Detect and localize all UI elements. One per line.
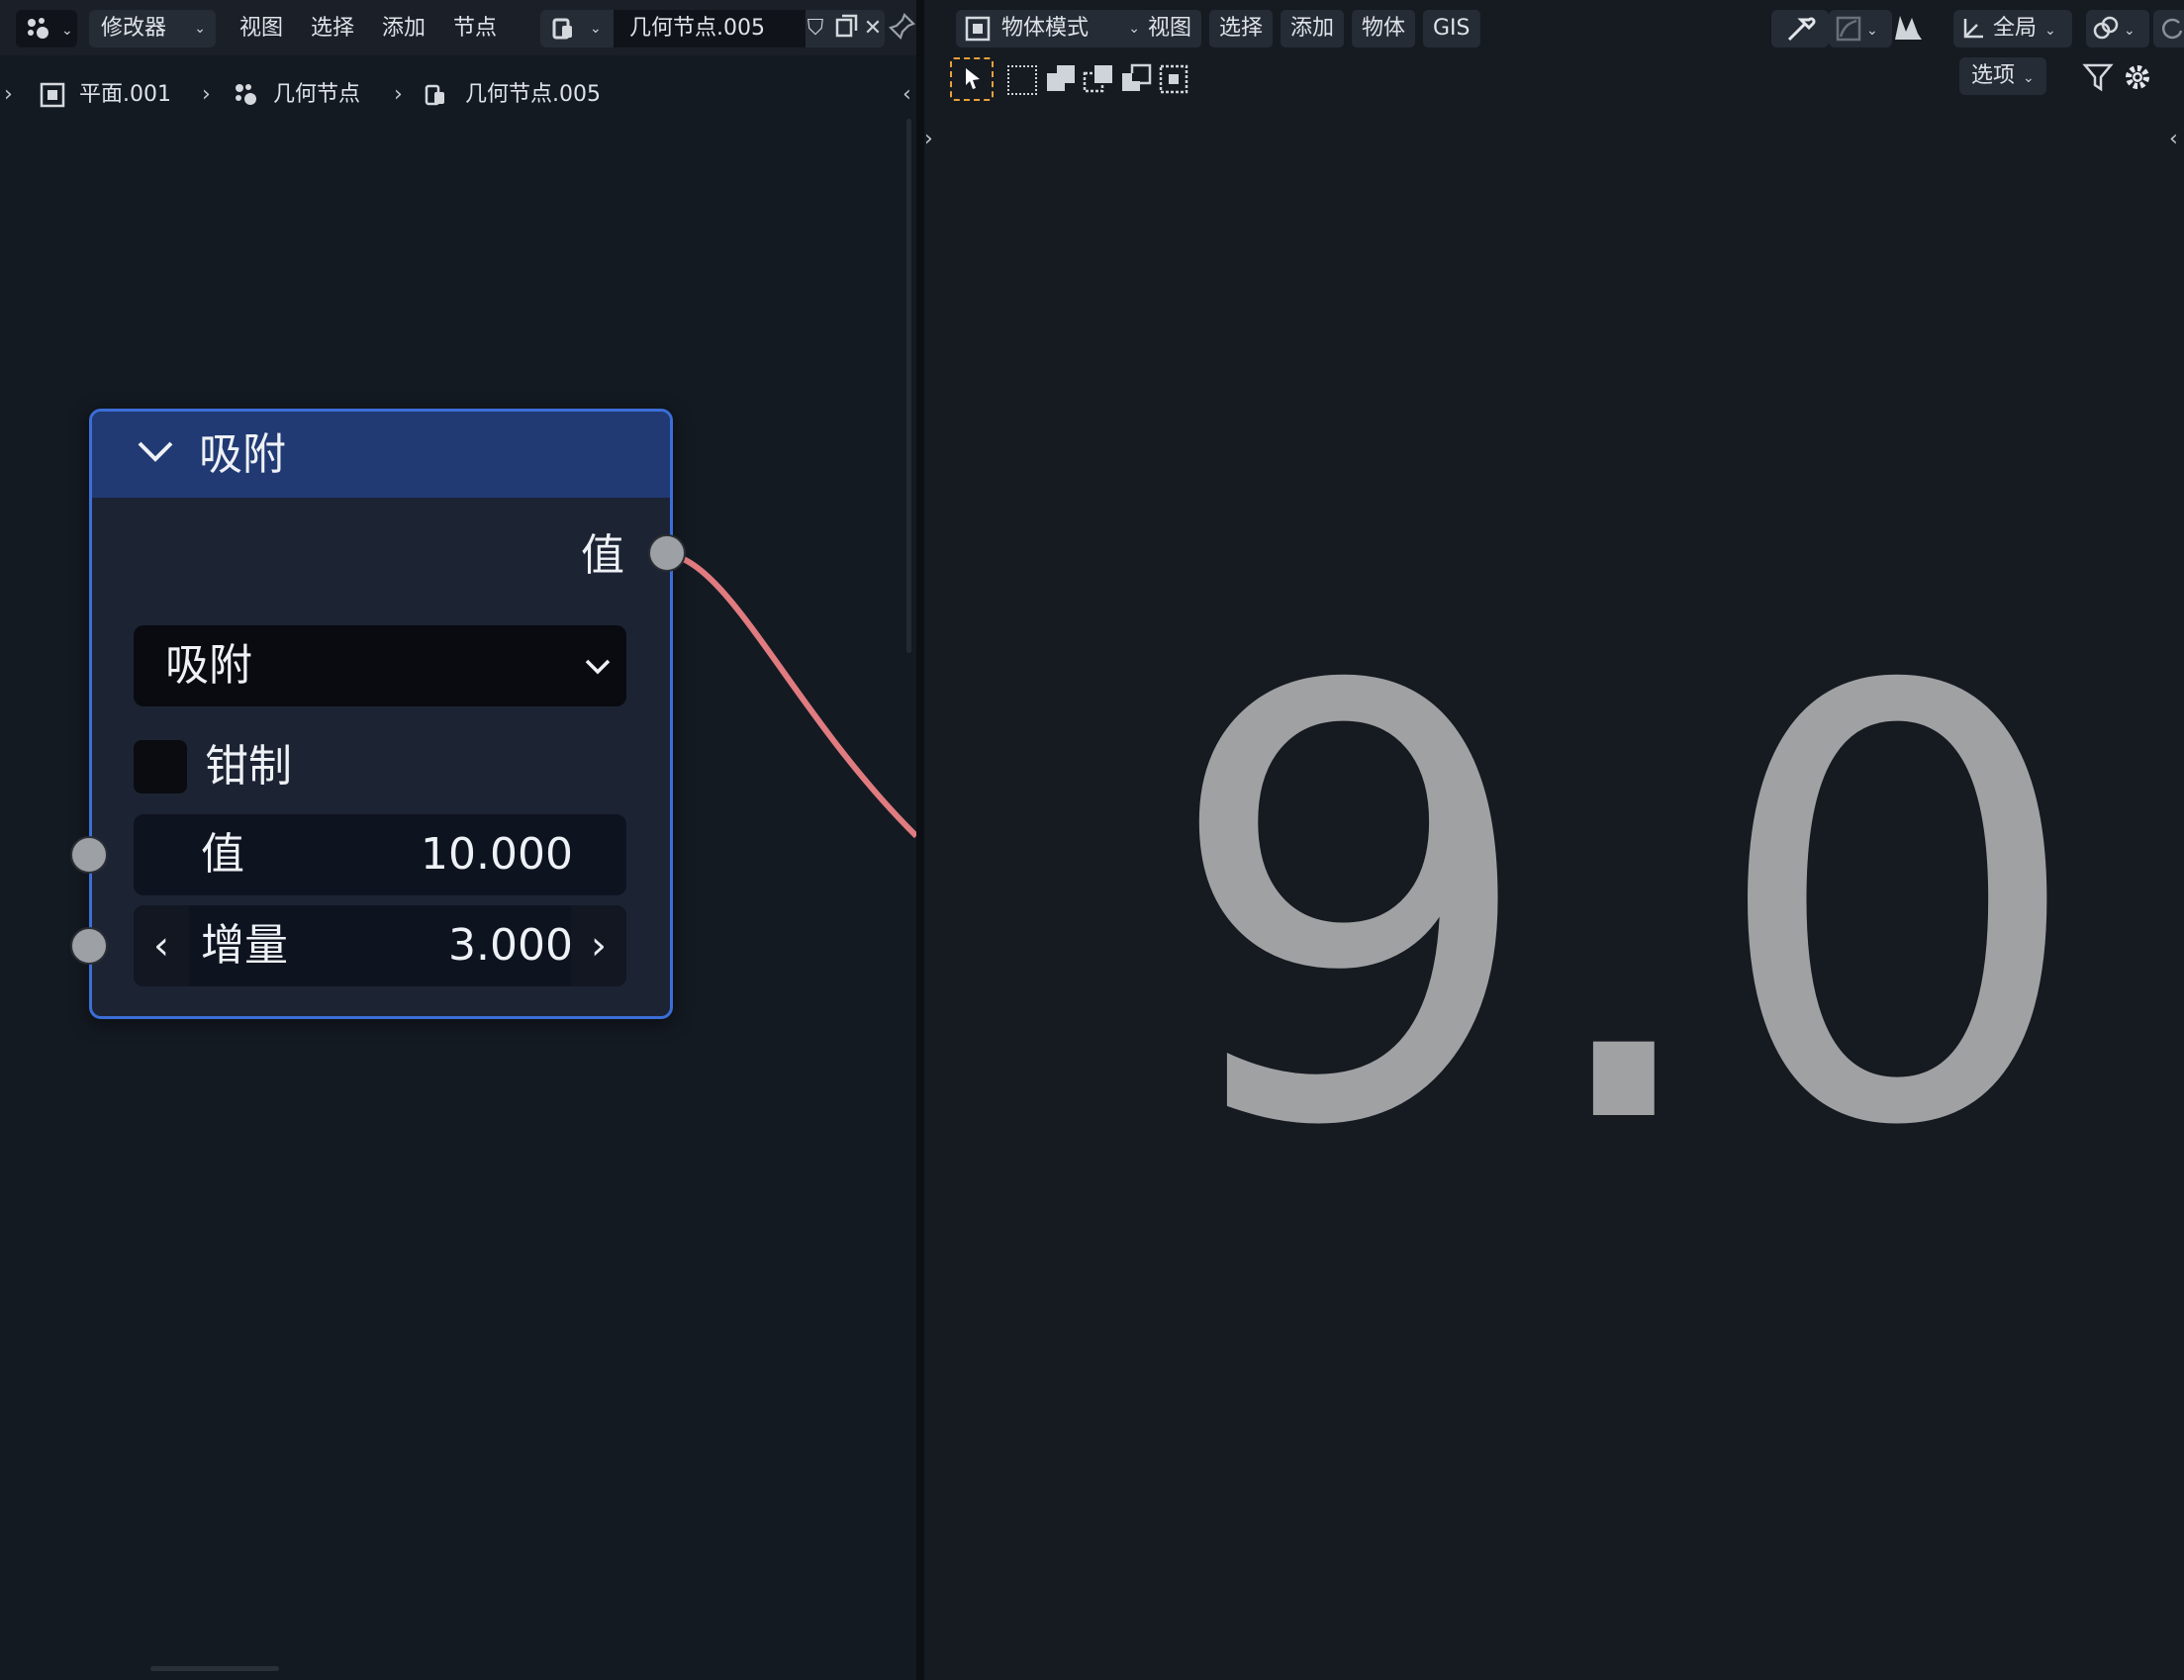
object-mode-icon <box>965 16 991 42</box>
clamp-label: 钳制 <box>205 741 292 792</box>
value-input-socket[interactable] <box>70 836 108 874</box>
pivot-point-dropdown[interactable]: ⌄ <box>2086 10 2149 47</box>
object-mode-label: 物体模式 <box>1001 16 1090 41</box>
node-title: 吸附 <box>199 429 286 480</box>
node-header[interactable]: 吸附 <box>92 412 670 498</box>
node-editor-area[interactable]: ⌄ 修改器 ⌄ 视图 选择 添加 节点 ⌄ 几何节点.005 ⛉ ✕ › 平面.0… <box>0 0 916 1680</box>
select-tool-button[interactable] <box>950 57 994 101</box>
gear-icon[interactable] <box>2122 61 2153 93</box>
orientation-dropdown[interactable]: 全局 ⌄ <box>1953 10 2072 47</box>
extend-selection-icon[interactable] <box>1045 63 1077 99</box>
menu-gis[interactable]: GIS <box>1423 10 1480 47</box>
increment-number: 3.000 <box>448 920 573 971</box>
clamp-checkbox[interactable] <box>134 740 187 793</box>
selection-mode-toolbar <box>950 57 1306 101</box>
cursor-arrow-icon <box>966 68 980 89</box>
chevron-down-icon[interactable] <box>134 429 177 473</box>
menu-select[interactable]: 选择 <box>1209 10 1274 47</box>
area-divider[interactable] <box>916 0 924 1680</box>
value-number: 10.000 <box>421 829 573 880</box>
toolbar-expand-icon[interactable]: › <box>924 127 933 151</box>
horizontal-scrollbar[interactable] <box>150 1666 279 1671</box>
increment-label: 增量 <box>201 920 288 971</box>
overlay-toggle[interactable] <box>2153 10 2184 47</box>
transform-orientation-icon <box>1963 19 1983 39</box>
vertical-scrollbar[interactable] <box>906 119 911 653</box>
chevron-down-icon <box>585 659 611 675</box>
operation-dropdown[interactable]: 吸附 <box>134 625 626 706</box>
menu-add[interactable]: 添加 <box>1281 10 1345 47</box>
menu-view[interactable]: 视图 <box>1138 10 1202 47</box>
chevron-left-icon[interactable]: ‹ <box>134 905 189 986</box>
operation-label: 吸附 <box>165 640 252 691</box>
refresh-icon <box>2161 18 2183 40</box>
increment-field[interactable]: ‹ 增量 3.000 › <box>134 905 626 986</box>
eyedropper-button[interactable] <box>1771 10 1829 47</box>
filter-icon[interactable] <box>2082 61 2114 93</box>
snap-icon <box>1836 16 1861 42</box>
intersect-selection-icon[interactable] <box>1158 63 1189 99</box>
object-mode-dropdown[interactable]: 物体模式 ⌄ <box>956 10 1150 47</box>
viewport-header: 物体模式 ⌄ 视图 选择 添加 物体 GIS ⌄ 全局 ⌄ ⌄ <box>924 0 2184 55</box>
new-selection-icon[interactable] <box>1007 65 1037 95</box>
invert-selection-icon[interactable] <box>1120 63 1152 99</box>
subtract-selection-icon[interactable] <box>1083 63 1114 99</box>
text-object[interactable]: 9.0 <box>1162 613 2086 1207</box>
snap-node[interactable]: 吸附 值 吸附 钳制 值 10.000 ‹ 增量 3.000 › <box>70 409 686 1019</box>
options-dropdown[interactable]: 选项 ⌄ <box>1959 57 2046 95</box>
sidebar-expand-icon[interactable]: ‹ <box>2169 127 2178 151</box>
3d-viewport[interactable]: 物体模式 ⌄ 视图 选择 添加 物体 GIS ⌄ 全局 ⌄ ⌄ 选项 ⌄ › ‹… <box>924 0 2184 1680</box>
value-label: 值 <box>201 829 244 880</box>
value-field[interactable]: 值 10.000 <box>134 814 626 895</box>
chevron-right-icon[interactable]: › <box>571 905 626 986</box>
options-label: 选项 <box>1971 63 2016 88</box>
output-label: 值 <box>581 530 624 581</box>
eyedropper-icon <box>1787 17 1816 42</box>
snap-target-dropdown[interactable]: ⌄ <box>1829 10 1892 47</box>
proportional-editing-icon[interactable] <box>1892 12 1924 44</box>
link-icon <box>2093 16 2119 40</box>
orientation-label: 全局 <box>1993 16 2038 41</box>
increment-input-socket[interactable] <box>70 927 108 965</box>
output-socket[interactable] <box>648 534 686 572</box>
menu-object[interactable]: 物体 <box>1352 10 1416 47</box>
